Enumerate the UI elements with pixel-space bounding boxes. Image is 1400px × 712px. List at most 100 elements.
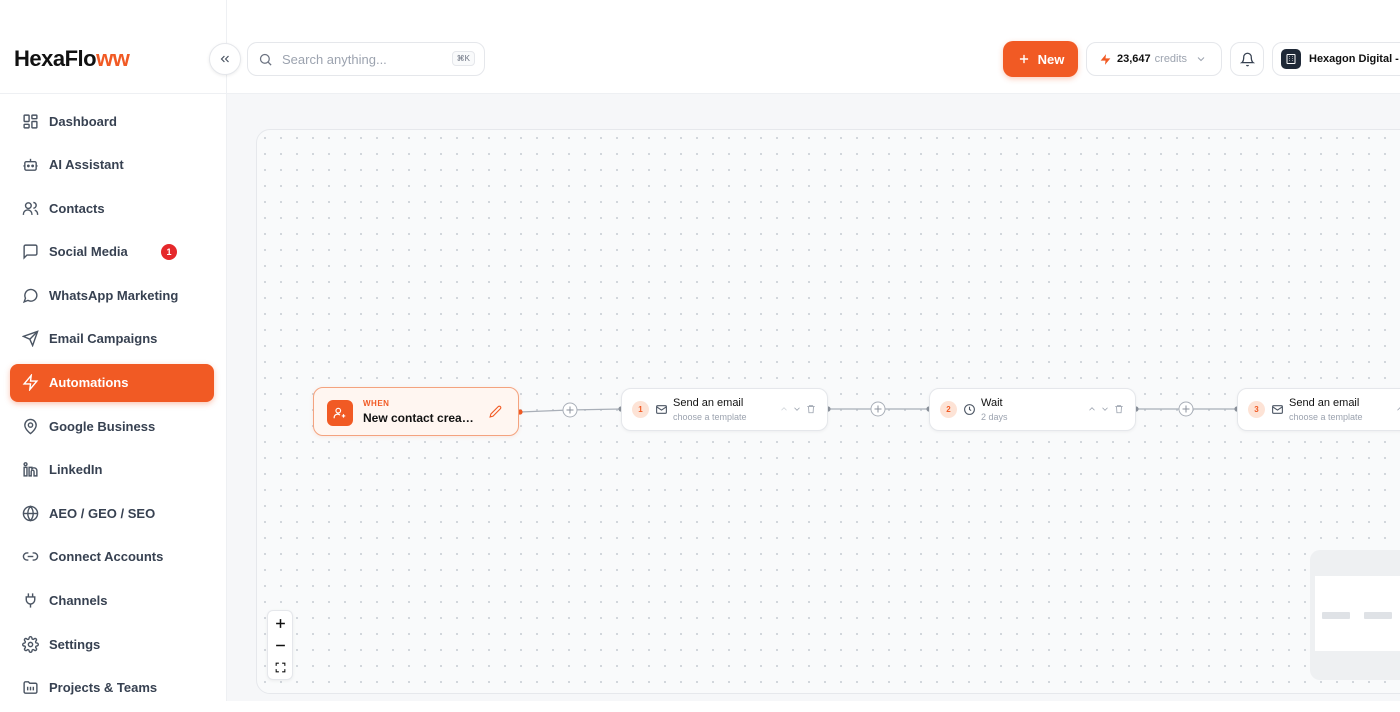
sidebar-item-label: Automations <box>49 375 129 391</box>
step-subtitle: choose a template <box>1289 412 1363 422</box>
credits-label: credits <box>1154 53 1188 65</box>
sidebar-nav: Dashboard AI Assistant Contacts Social M… <box>10 102 214 712</box>
send-icon <box>22 330 39 348</box>
step-title: Wait <box>981 397 1003 409</box>
brand-logo[interactable]: HexaFloww <box>14 46 130 72</box>
step-title: Send an email <box>1289 397 1360 409</box>
minimap[interactable] <box>1310 550 1400 680</box>
minimap-node <box>1322 612 1350 619</box>
step-subtitle: 2 days <box>981 412 1008 422</box>
sidebar-item-label: Connect Accounts <box>49 549 164 565</box>
minimap-viewport <box>1315 576 1400 651</box>
sidebar-item-social-media[interactable]: Social Media 1 <box>10 233 214 271</box>
move-up-icon[interactable] <box>779 404 789 414</box>
bolt-icon <box>22 374 39 392</box>
step-title: Send an email <box>673 397 744 409</box>
sidebar-item-projects-teams[interactable]: Projects & Teams <box>10 669 214 707</box>
sidebar: HexaFloww Dashboard AI Assistant Contact… <box>0 0 227 701</box>
bolt-icon <box>1099 53 1112 66</box>
search-shortcut: ⌘K <box>451 51 475 66</box>
automation-canvas[interactable]: WHEN New contact created 1 Send an email… <box>256 129 1400 694</box>
mail-icon <box>655 403 668 416</box>
move-up-icon[interactable] <box>1087 404 1097 414</box>
message-square-icon <box>22 243 39 260</box>
fit-view-button[interactable] <box>274 661 287 674</box>
sidebar-item-label: Projects & Teams <box>49 680 158 696</box>
trash-icon[interactable] <box>806 404 816 414</box>
sidebar-item-label: LinkedIn <box>49 462 103 478</box>
zoom-controls <box>267 610 293 680</box>
robot-icon <box>22 156 39 173</box>
gear-icon <box>22 635 39 653</box>
new-button[interactable]: New <box>1003 41 1078 77</box>
sidebar-item-label: Google Business <box>49 418 156 434</box>
edge-trigger-step1 <box>519 409 570 413</box>
chat-bubble-icon <box>22 287 39 304</box>
trigger-node[interactable]: WHEN New contact created <box>313 387 519 436</box>
clock-icon <box>963 403 976 416</box>
collapse-sidebar-button[interactable] <box>209 43 241 75</box>
workspace-avatar <box>1281 49 1301 69</box>
plug-icon <box>22 592 39 609</box>
sidebar-item-settings[interactable]: Settings <box>10 625 214 663</box>
trigger-icon-box <box>327 400 353 426</box>
add-step-button-2 <box>870 401 886 417</box>
workspace-switcher[interactable]: Hexagon Digital - D <box>1272 42 1400 76</box>
sidebar-item-contacts[interactable]: Contacts <box>10 189 214 227</box>
minimap-node <box>1364 612 1392 619</box>
sidebar-item-connect-accounts[interactable]: Connect Accounts <box>10 538 214 576</box>
sidebar-item-aeo-geo-seo[interactable]: AEO / GEO / SEO <box>10 494 214 532</box>
search-icon <box>258 52 273 67</box>
new-button-label: New <box>1037 51 1065 67</box>
step-node-3[interactable]: 3 Send an email choose a template <box>1237 388 1400 431</box>
mail-icon <box>1271 403 1284 416</box>
sidebar-item-email-campaigns[interactable]: Email Campaigns <box>10 320 214 358</box>
move-up-icon[interactable] <box>1395 404 1400 414</box>
search-box[interactable]: ⌘K <box>247 42 485 76</box>
sidebar-item-label: Email Campaigns <box>49 331 158 347</box>
building-icon <box>1285 53 1297 65</box>
sidebar-item-label: Settings <box>49 636 101 652</box>
search-input[interactable] <box>280 50 444 68</box>
user-plus-icon <box>333 406 347 420</box>
folder-icon <box>22 679 39 696</box>
dashboard-icon <box>22 113 39 130</box>
zoom-in-button[interactable] <box>273 616 288 631</box>
sidebar-item-automations[interactable]: Automations <box>10 363 214 402</box>
notifications-button[interactable] <box>1230 42 1264 76</box>
chevron-down-icon <box>1195 53 1207 65</box>
move-down-icon[interactable] <box>792 404 802 414</box>
sidebar-item-linkedin[interactable]: LinkedIn <box>10 451 214 489</box>
zoom-out-button[interactable] <box>273 638 288 653</box>
sidebar-item-whatsapp-marketing[interactable]: WhatsApp Marketing <box>10 276 214 314</box>
step-number: 1 <box>632 401 649 418</box>
sidebar-item-channels[interactable]: Channels <box>10 582 214 620</box>
pencil-icon[interactable] <box>489 405 502 418</box>
notification-badge: 1 <box>161 243 177 260</box>
sidebar-divider <box>0 93 226 94</box>
sidebar-item-google-business[interactable]: Google Business <box>10 407 214 445</box>
sidebar-item-dashboard[interactable]: Dashboard <box>10 102 214 140</box>
trigger-title: New contact created <box>363 411 475 425</box>
sidebar-item-label: Channels <box>49 593 108 609</box>
bell-icon <box>1239 52 1255 67</box>
step-node-2[interactable]: 2 Wait 2 days <box>929 388 1136 431</box>
trigger-kicker: WHEN <box>363 399 390 408</box>
globe-icon <box>22 505 39 522</box>
top-header: ⌘K New 23,647 credits Hexagon Digital - … <box>227 0 1400 94</box>
step-number: 2 <box>940 401 957 418</box>
trash-icon[interactable] <box>1114 404 1124 414</box>
credits-value: 23,647 <box>1117 53 1151 65</box>
credits-dropdown[interactable]: 23,647 credits <box>1086 42 1222 76</box>
workspace-name: Hexagon Digital - D <box>1309 53 1400 65</box>
users-icon <box>22 200 39 217</box>
map-pin-icon <box>22 418 39 435</box>
sidebar-item-label: WhatsApp Marketing <box>49 287 179 303</box>
step-node-1[interactable]: 1 Send an email choose a template <box>621 388 828 431</box>
chevrons-left-icon <box>218 52 232 66</box>
move-down-icon[interactable] <box>1100 404 1110 414</box>
sidebar-item-label: AI Assistant <box>49 157 124 173</box>
link-icon <box>22 548 39 565</box>
sidebar-item-label: Dashboard <box>49 113 117 129</box>
sidebar-item-ai-assistant[interactable]: AI Assistant <box>10 146 214 184</box>
